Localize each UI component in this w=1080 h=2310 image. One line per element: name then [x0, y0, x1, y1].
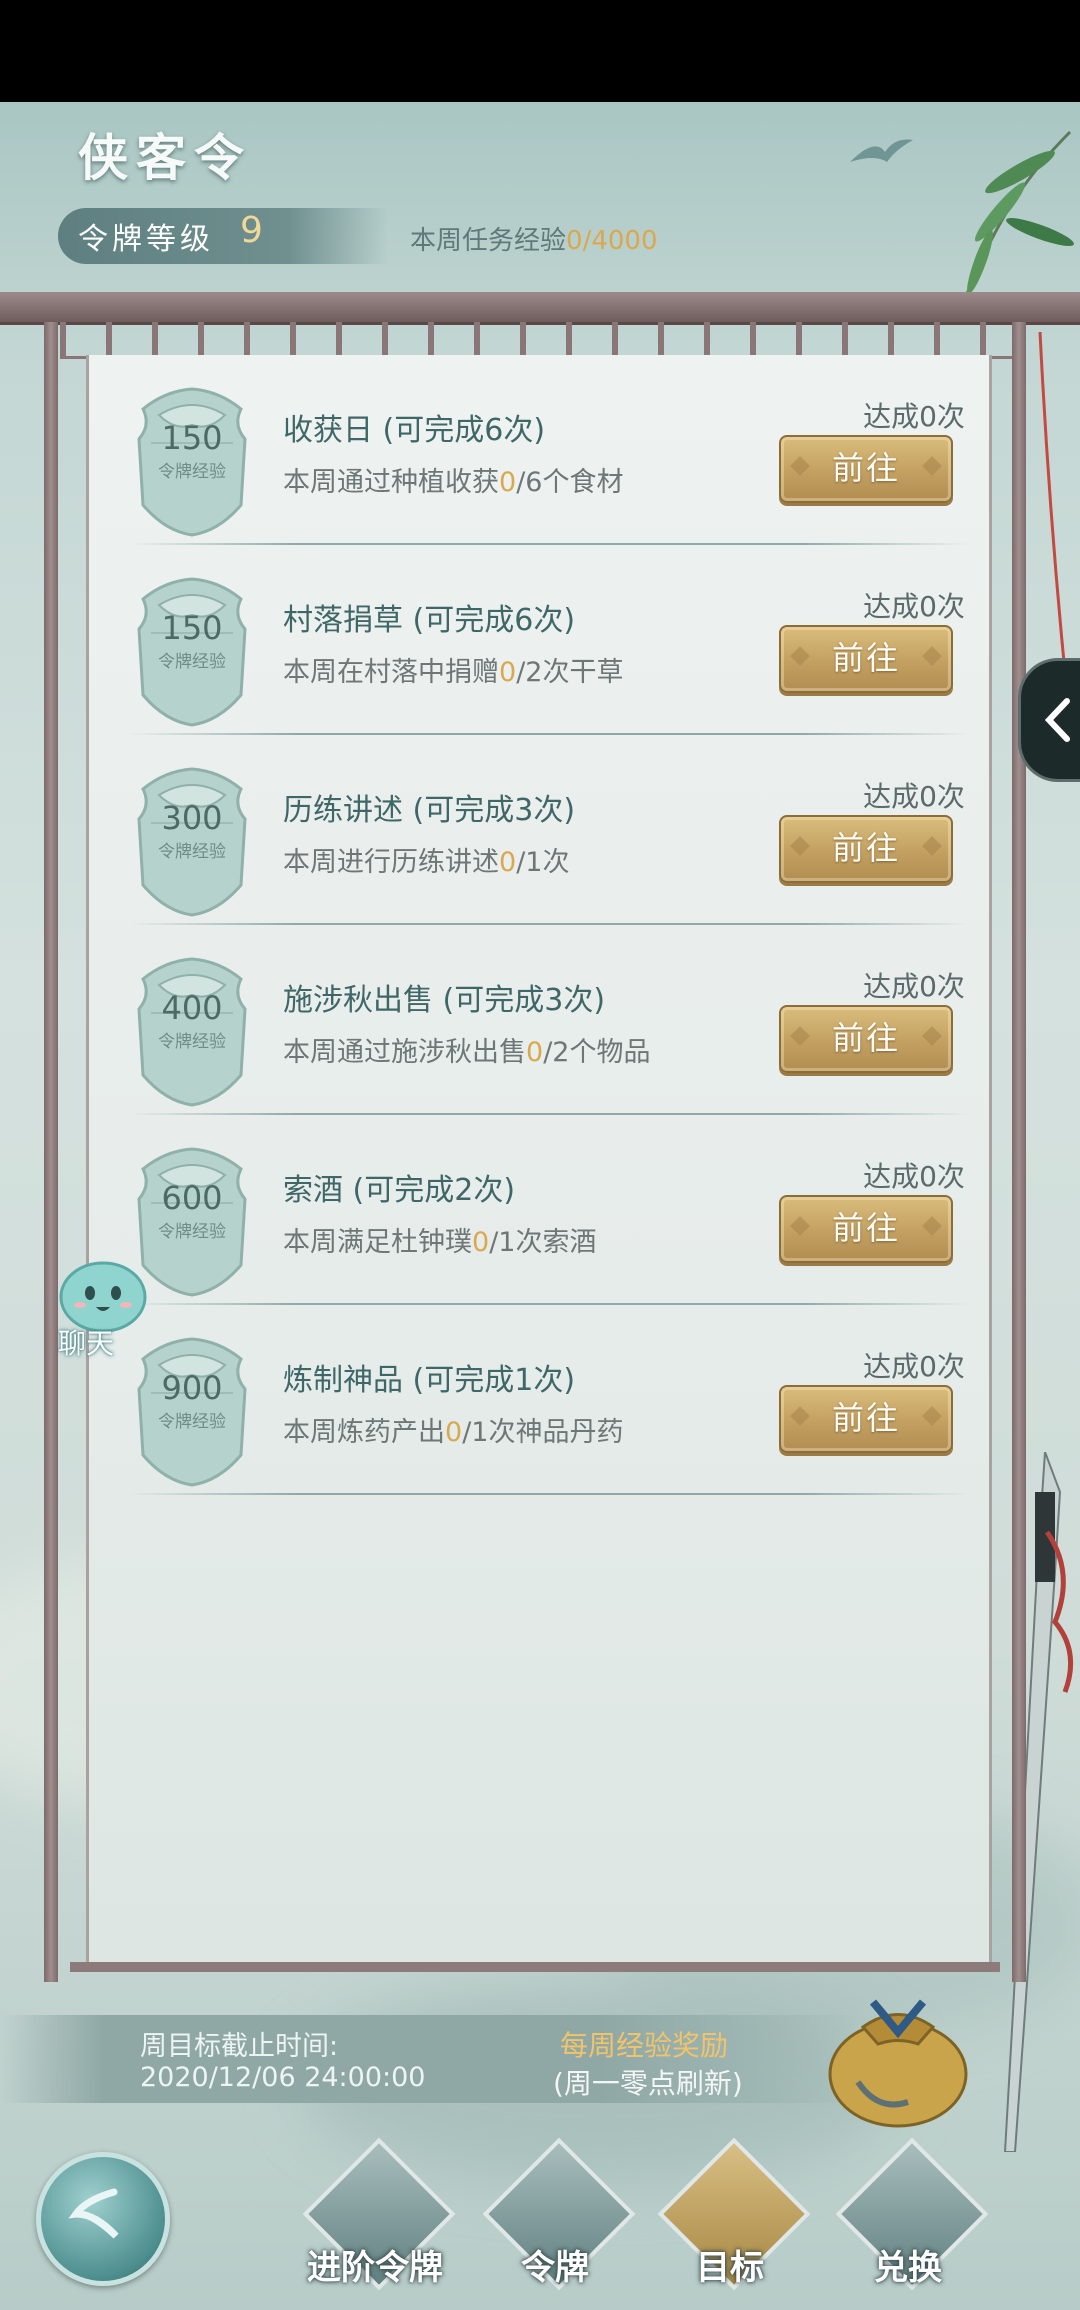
task-progress: 0: [499, 657, 517, 688]
deadline-label: 周目标截止时间:: [140, 2031, 339, 2062]
task-row: 900 令牌经验 炼制神品 (可完成1次) 本周炼药产出0/1次神品丹药 达成0…: [89, 1305, 989, 1495]
back-button[interactable]: [36, 2152, 170, 2286]
sword-decoration-icon: [1003, 1452, 1074, 2152]
status-bar: [0, 0, 1080, 102]
task-desc-target: /1次神品丹药: [462, 1417, 624, 1448]
task-title: 施涉秋出售 (可完成3次): [283, 983, 606, 1018]
task-progress: 0: [526, 1037, 544, 1068]
go-button[interactable]: 前往: [779, 1195, 953, 1263]
page-title: 侠客令: [78, 128, 252, 187]
task-title: 村落捐草 (可完成6次): [283, 603, 576, 638]
exp-value: 150: [161, 609, 223, 647]
go-button[interactable]: 前往: [779, 435, 953, 503]
exp-value: 400: [161, 989, 223, 1027]
frame-lattice: [60, 322, 1020, 359]
exp-label: 令牌经验: [158, 462, 226, 482]
frame-post-right: [1012, 322, 1026, 1982]
row-divider: [129, 1493, 969, 1495]
frame-post-left: [44, 322, 58, 1982]
frame-bottom-beam: [70, 1962, 1000, 1972]
nav-item-exchange[interactable]: 兑换: [835, 2137, 989, 2300]
exp-label: 令牌经验: [158, 842, 226, 862]
task-panel: 150 令牌经验 收获日 (可完成6次) 本周通过种植收获0/6个食材 达成0次…: [86, 355, 992, 1965]
deadline-time: 2020/12/06 24:00:00: [140, 2062, 426, 2093]
completion-count: 达成0次: [863, 400, 965, 433]
task-desc-target: /2次干草: [516, 657, 624, 688]
level-value: 9: [240, 210, 263, 251]
task-desc-text: 本周炼药产出: [283, 1417, 445, 1448]
task-row: 300 令牌经验 历练讲述 (可完成3次) 本周进行历练讲述0/1次 达成0次 …: [89, 735, 989, 925]
completion-count: 达成0次: [863, 1350, 965, 1383]
task-desc: 本周通过种植收获0/6个食材: [283, 460, 623, 499]
task-row: 600 令牌经验 索酒 (可完成2次) 本周满足杜钟璞0/1次索酒 达成0次 前…: [89, 1115, 989, 1305]
exp-value: 900: [161, 1369, 223, 1407]
task-desc: 本周炼药产出0/1次神品丹药: [283, 1410, 623, 1449]
frame-top-beam: [0, 292, 1080, 325]
task-desc-target: /1次: [516, 847, 570, 878]
nav-item-token[interactable]: 令牌: [482, 2137, 636, 2300]
task-progress: 0: [445, 1417, 463, 1448]
nav-label: 兑换: [874, 2248, 942, 2288]
weekly-exp-current: 0: [566, 226, 583, 256]
chat-label: 聊天: [58, 1327, 115, 1360]
task-title: 炼制神品 (可完成1次): [283, 1363, 576, 1398]
task-desc: 本周进行历练讲述0/1次: [283, 840, 569, 879]
weekly-exp: 本周任务经验0/4000: [410, 220, 658, 257]
nav-label: 目标: [696, 2248, 764, 2288]
task-desc: 本周在村落中捐赠0/2次干草: [283, 650, 623, 689]
weekly-reward-note: (周一零点刷新): [553, 2067, 743, 2100]
task-title: 索酒 (可完成2次): [283, 1173, 516, 1208]
completion-count: 达成0次: [863, 970, 965, 1003]
task-title: 历练讲述 (可完成3次): [283, 793, 576, 828]
weekly-exp-label: 本周任务经验: [410, 226, 567, 256]
exp-value: 600: [161, 1179, 223, 1217]
task-progress: 0: [499, 847, 517, 878]
task-row: 150 令牌经验 村落捐草 (可完成6次) 本周在村落中捐赠0/2次干草 达成0…: [89, 545, 989, 735]
task-desc: 本周通过施涉秋出售0/2个物品: [283, 1030, 650, 1069]
weekly-exp-total: /4000: [582, 226, 658, 256]
go-button[interactable]: 前往: [779, 1005, 953, 1073]
go-button[interactable]: 前往: [779, 625, 953, 693]
back-arrow-icon: [68, 2188, 119, 2239]
go-button[interactable]: 前往: [779, 1385, 953, 1453]
task-progress: 0: [499, 467, 517, 498]
completion-count: 达成0次: [863, 1160, 965, 1193]
chevron-left-icon: [1044, 698, 1070, 742]
reward-pouch-icon: [828, 1999, 968, 2128]
task-desc: 本周满足杜钟璞0/1次索酒: [283, 1220, 596, 1259]
nav-item-advanced-token[interactable]: 进阶令牌: [302, 2137, 456, 2300]
task-desc-text: 本周进行历练讲述: [283, 847, 499, 878]
task-desc-text: 本周通过施涉秋出售: [283, 1037, 526, 1068]
completion-count: 达成0次: [863, 590, 965, 623]
exp-label: 令牌经验: [158, 1222, 226, 1242]
task-desc-text: 本周在村落中捐赠: [283, 657, 499, 688]
nav-label: 令牌: [521, 2248, 589, 2288]
go-button[interactable]: 前往: [779, 815, 953, 883]
task-row: 400 令牌经验 施涉秋出售 (可完成3次) 本周通过施涉秋出售0/2个物品 达…: [89, 925, 989, 1115]
task-progress: 0: [472, 1227, 490, 1258]
completion-count: 达成0次: [863, 780, 965, 813]
exp-value: 150: [161, 419, 223, 457]
side-expand-tab[interactable]: [1018, 658, 1080, 782]
task-desc-text: 本周满足杜钟璞: [283, 1227, 472, 1258]
task-row: 150 令牌经验 收获日 (可完成6次) 本周通过种植收获0/6个食材 达成0次…: [89, 355, 989, 545]
task-desc-target: /1次索酒: [489, 1227, 597, 1258]
exp-value: 300: [161, 799, 223, 837]
level-label: 令牌等级: [78, 222, 214, 257]
reward-pouch-button[interactable]: [818, 1982, 978, 2132]
weekly-reward-link[interactable]: 每周经验奖励: [560, 2024, 728, 2064]
swallow-bird-icon: [850, 139, 913, 162]
nav-label: 进阶令牌: [307, 2248, 443, 2288]
nav-item-target[interactable]: 目标: [657, 2137, 811, 2300]
task-desc-target: /6个食材: [516, 467, 624, 498]
exp-label: 令牌经验: [158, 1412, 226, 1432]
task-title: 收获日 (可完成6次): [283, 413, 546, 448]
exp-label: 令牌经验: [158, 652, 226, 672]
exp-label: 令牌经验: [158, 1032, 226, 1052]
task-desc-target: /2个物品: [543, 1037, 651, 1068]
task-desc-text: 本周通过种植收获: [283, 467, 499, 498]
